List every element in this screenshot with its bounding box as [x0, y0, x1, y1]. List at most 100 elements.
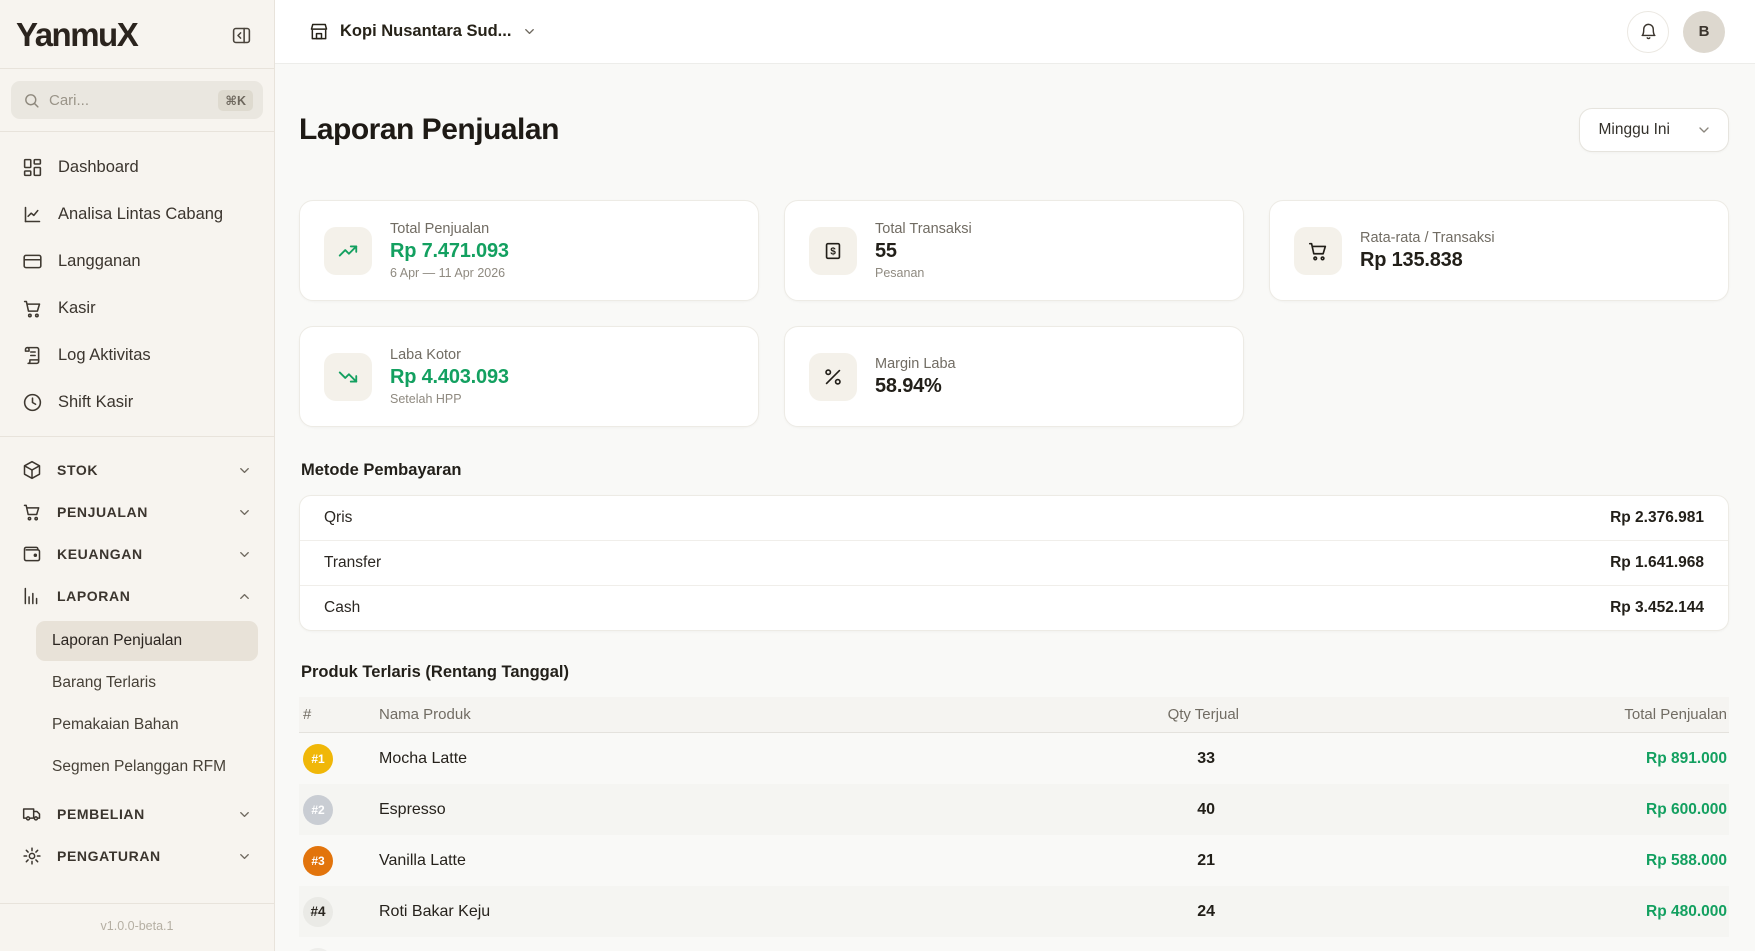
period-select[interactable]: Minggu Ini	[1579, 108, 1729, 152]
sidebar-item-langganan[interactable]: Langganan	[12, 238, 262, 285]
sidebar-subitem-pemakaian-bahan[interactable]: Pemakaian Bahan	[36, 705, 258, 745]
credit-card-icon	[22, 251, 43, 272]
table-row: #3 Vanilla Latte 21 Rp 588.000	[299, 835, 1729, 886]
branch-name: Kopi Nusantara Sud...	[340, 22, 511, 41]
shopping-cart-icon	[22, 298, 43, 319]
stat-label: Total Transaksi	[875, 221, 972, 237]
sidebar-sections: STOK PENJUALAN KEUANGAN LAPORAN Laporan …	[0, 437, 274, 903]
sidebar-section-keuangan[interactable]: KEUANGAN	[12, 533, 262, 575]
table-row: #5 Croissant Ham & Cheese 16 Rp 448.000	[299, 937, 1729, 951]
chevron-down-icon	[237, 849, 252, 864]
sidebar-section-laporan[interactable]: LAPORAN	[12, 575, 262, 617]
stat-card-laba-kotor: Laba Kotor Rp 4.403.093 Setelah HPP	[299, 326, 759, 427]
page-header: Laporan Penjualan Minggu Ini	[299, 108, 1729, 152]
product-qty: 21	[1087, 852, 1247, 870]
sidebar-item-label: Dashboard	[58, 158, 139, 177]
sidebar-subitem-laporan-penjualan[interactable]: Laporan Penjualan	[36, 621, 258, 661]
store-icon	[309, 22, 329, 42]
chevron-down-icon	[1696, 122, 1712, 138]
product-name: Espresso	[379, 801, 1087, 819]
sidebar-item-label: Langganan	[58, 252, 141, 271]
col-header-total: Total Penjualan	[1247, 706, 1727, 723]
stat-sub: Pesanan	[875, 266, 972, 280]
payment-amount: Rp 3.452.144	[1610, 599, 1704, 617]
stat-card-total-transaksi: $ Total Transaksi 55 Pesanan	[784, 200, 1244, 301]
products-section-title: Produk Terlaris (Rentang Tanggal)	[301, 663, 1729, 682]
stat-icon-box	[1294, 227, 1342, 275]
stat-label: Total Penjualan	[390, 221, 509, 237]
product-total: Rp 480.000	[1247, 903, 1727, 921]
chevron-down-icon	[237, 807, 252, 822]
product-total: Rp 600.000	[1247, 801, 1727, 819]
search-box[interactable]: ⌘K	[11, 81, 263, 119]
gear-icon	[22, 846, 42, 866]
payment-row-qris: Qris Rp 2.376.981	[300, 496, 1728, 540]
sidebar-item-log-aktivitas[interactable]: Log Aktivitas	[12, 332, 262, 379]
sidebar-item-dashboard[interactable]: Dashboard	[12, 144, 262, 191]
product-qty: 33	[1087, 750, 1247, 768]
product-name: Mocha Latte	[379, 750, 1087, 768]
sidebar-item-analisa-lintas-cabang[interactable]: Analisa Lintas Cabang	[12, 191, 262, 238]
rank-badge-gold: #1	[303, 744, 333, 774]
panel-collapse-icon	[231, 25, 252, 46]
branch-selector[interactable]: Kopi Nusantara Sud...	[309, 22, 537, 42]
payment-amount: Rp 2.376.981	[1610, 509, 1704, 527]
col-header-rank: #	[303, 706, 379, 723]
sidebar-footer: v1.0.0-beta.1	[0, 903, 274, 951]
notifications-button[interactable]	[1627, 11, 1669, 53]
payment-method: Transfer	[324, 554, 381, 572]
chevron-down-icon	[237, 547, 252, 562]
col-header-qty: Qty Terjual	[1087, 706, 1247, 723]
page-title: Laporan Penjualan	[299, 113, 559, 147]
payments-section-title: Metode Pembayaran	[301, 461, 1729, 480]
payment-row-cash: Cash Rp 3.452.144	[300, 585, 1728, 630]
sidebar-section-penjualan[interactable]: PENJUALAN	[12, 491, 262, 533]
product-name: Vanilla Latte	[379, 852, 1087, 870]
sidebar-item-kasir[interactable]: Kasir	[12, 285, 262, 332]
sidebar-section-label: LAPORAN	[57, 588, 222, 604]
sidebar-item-shift-kasir[interactable]: Shift Kasir	[12, 379, 262, 426]
col-header-name: Nama Produk	[379, 706, 1087, 723]
trending-down-icon	[337, 366, 359, 388]
sidebar: YanmuX ⌘K Dashboard Analisa Lintas Caban…	[0, 0, 275, 951]
sidebar-item-label: Shift Kasir	[58, 393, 133, 412]
sidebar-section-pengaturan[interactable]: PENGATURAN	[12, 835, 262, 877]
cart-icon	[1307, 240, 1329, 262]
rank-badge-silver: #2	[303, 795, 333, 825]
sidebar-subitem-segmen-pelanggan-rfm[interactable]: Segmen Pelanggan RFM	[36, 747, 258, 787]
product-name: Roti Bakar Keju	[379, 903, 1087, 921]
svg-text:$: $	[830, 246, 836, 257]
stat-card-total-penjualan: Total Penjualan Rp 7.471.093 6 Apr — 11 …	[299, 200, 759, 301]
cart-icon	[22, 502, 42, 522]
stat-label: Margin Laba	[875, 356, 956, 372]
table-row: #2 Espresso 40 Rp 600.000	[299, 784, 1729, 835]
sidebar-collapse-button[interactable]	[227, 21, 256, 50]
top-products-table: # Nama Produk Qty Terjual Total Penjuala…	[299, 697, 1729, 951]
sidebar-item-label: Log Aktivitas	[58, 346, 151, 365]
sidebar-section-label: PENGATURAN	[57, 848, 222, 864]
payment-method: Qris	[324, 509, 352, 527]
package-icon	[22, 460, 42, 480]
stat-cards: Total Penjualan Rp 7.471.093 6 Apr — 11 …	[299, 200, 1729, 427]
product-total: Rp 588.000	[1247, 852, 1727, 870]
product-qty: 24	[1087, 903, 1247, 921]
stat-label: Laba Kotor	[390, 347, 509, 363]
sidebar-subitem-barang-terlaris[interactable]: Barang Terlaris	[36, 663, 258, 703]
banknote-icon: $	[822, 240, 844, 262]
bell-icon	[1639, 22, 1658, 41]
sidebar-item-label: Kasir	[58, 299, 96, 318]
chevron-down-icon	[237, 463, 252, 478]
stat-value: 55	[875, 240, 972, 263]
search-input[interactable]	[49, 92, 209, 109]
stat-sub: 6 Apr — 11 Apr 2026	[390, 266, 509, 280]
stat-card-rata-rata-transaksi: Rata-rata / Transaksi Rp 135.838	[1269, 200, 1729, 301]
trending-up-icon	[337, 240, 359, 262]
avatar[interactable]: B	[1683, 11, 1725, 53]
dashboard-grid-icon	[22, 157, 43, 178]
stat-value: 58.94%	[875, 375, 956, 398]
sidebar-section-stok[interactable]: STOK	[12, 449, 262, 491]
sidebar-section-label: STOK	[57, 462, 222, 478]
sidebar-section-pembelian[interactable]: PEMBELIAN	[12, 793, 262, 835]
search-icon	[23, 92, 40, 109]
sidebar-header: YanmuX	[0, 0, 274, 68]
